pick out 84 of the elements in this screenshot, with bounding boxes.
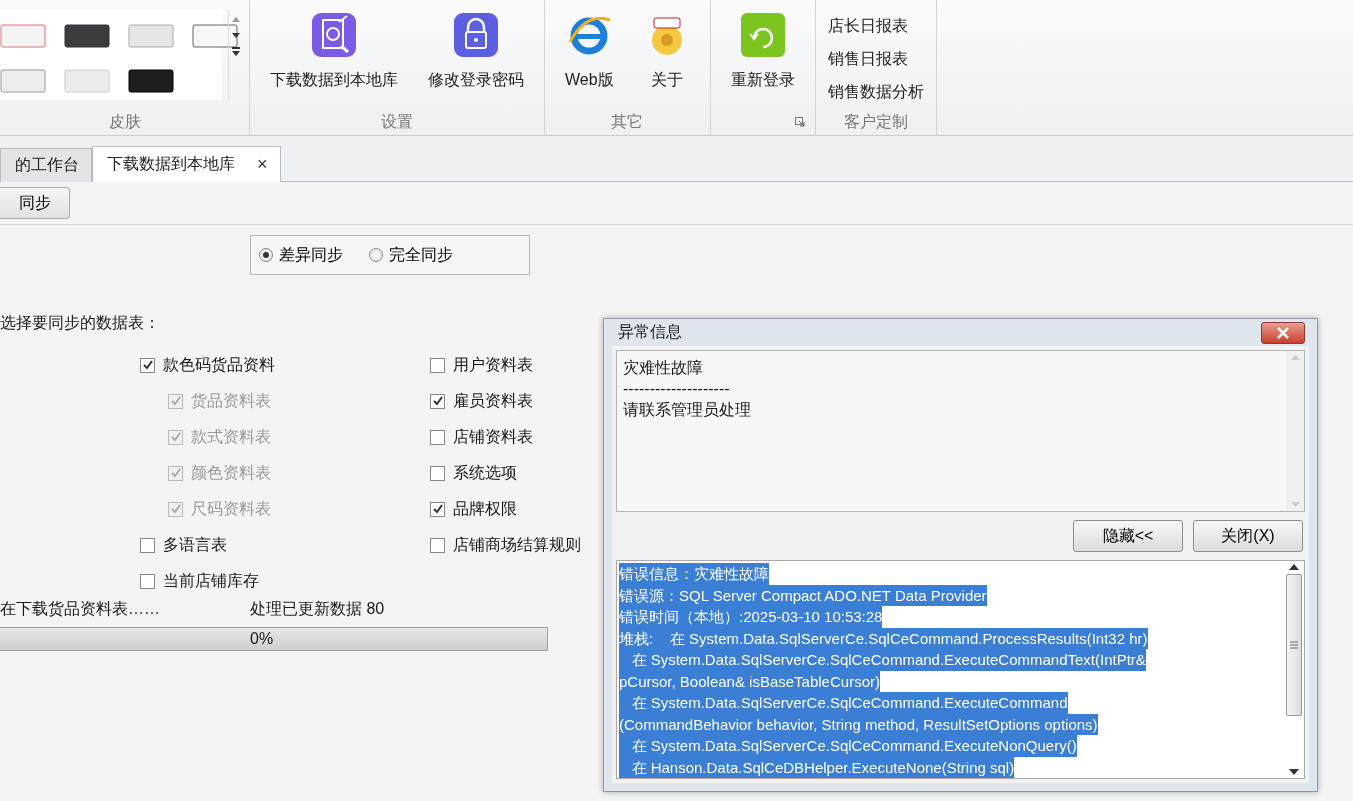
close-button[interactable] xyxy=(1261,321,1305,344)
details-text: 错误信息：灾难性故障 xyxy=(619,563,769,585)
checkbox[interactable] xyxy=(140,357,155,373)
refresh-icon xyxy=(739,12,786,58)
ribbon-button[interactable]: 重新登录 xyxy=(726,10,799,93)
details-text: 在 System.Data.SqlServerCe.SqlCeCommand.ExecuteNonQuery() xyxy=(619,735,1077,757)
details-text: (CommandBehavior behavior, String method, ResultSetOptions options) xyxy=(619,713,1098,735)
ribbon-button[interactable]: 下载数据到本地库 xyxy=(266,10,402,93)
scroll-down-icon[interactable] xyxy=(231,30,241,40)
message-text: 灾难性故障 xyxy=(623,358,704,378)
dialog-launcher-icon[interactable] xyxy=(794,117,805,127)
checkbox[interactable] xyxy=(430,393,445,409)
skin-swatch-icon xyxy=(128,69,174,93)
checkbox[interactable] xyxy=(430,357,445,373)
tab-close-button[interactable]: × xyxy=(257,154,268,175)
skin-swatch-icon xyxy=(64,24,110,48)
checkbox[interactable] xyxy=(140,537,155,553)
checkbox[interactable] xyxy=(430,429,445,445)
scroll-down-icon xyxy=(1290,502,1300,508)
checkbox[interactable] xyxy=(430,465,445,481)
sync-button[interactable]: 同步 xyxy=(0,187,70,219)
checkbox-label: 店铺商场结算规则 xyxy=(453,534,581,555)
skin-swatch-icon xyxy=(128,24,174,48)
details-text: 在 System.Data.SqlServerCe.SqlCeCommand.ExecuteCommand xyxy=(619,692,1068,714)
tab-label: 下载数据到本地库 xyxy=(107,154,235,174)
tab[interactable]: 的工作台 xyxy=(0,148,92,182)
grip-icon xyxy=(1290,641,1298,649)
scroll-up-icon[interactable] xyxy=(1289,563,1299,570)
tab[interactable]: 下载数据到本地库 × xyxy=(92,146,281,182)
checkbox-label: 雇员资料表 xyxy=(453,390,533,411)
lock-icon xyxy=(453,12,499,58)
checkbox-label: 品牌权限 xyxy=(453,498,517,519)
scrollbar-thumb[interactable] xyxy=(1286,574,1302,716)
checkbox-label: 款式资料表 xyxy=(191,426,271,447)
checkbox-label: 多语言表 xyxy=(163,534,227,555)
group-label: 设置 xyxy=(380,111,414,132)
details-text: 堆栈: 在 System.Data.SqlServerCe.SqlCeCommand.ProcessResults(Int32 hr) xyxy=(619,627,1148,649)
checkbox-label: 尺码资料表 xyxy=(191,498,271,519)
checkbox-label: 货品资料表 xyxy=(191,390,271,411)
dialog-title: 异常信息 xyxy=(618,322,682,342)
checkmark-icon xyxy=(431,503,444,515)
checkbox-label: 当前店铺库存 xyxy=(163,570,259,591)
dialog-button[interactable]: 关闭(X) xyxy=(1193,520,1303,552)
details-text: 错误时间（本地）:2025-03-10 10:53:28 xyxy=(619,606,883,628)
gallery-expand-icon[interactable] xyxy=(231,46,241,58)
ribbon-button[interactable]: 修改登录密码 xyxy=(424,10,528,93)
close-icon xyxy=(1276,326,1290,339)
checkmark-icon xyxy=(431,395,444,407)
scroll-down-icon[interactable] xyxy=(1289,769,1299,776)
details-text: 在 Hanson.Data.SqlCeDBHelper.ExecuteNone(String sql) xyxy=(619,756,1015,778)
ribbon-link[interactable]: 销售日报表 xyxy=(825,47,926,72)
scroll-up-icon xyxy=(1290,354,1300,360)
details-text: pCursor, Boolean& isBaseTableCursor) xyxy=(619,670,880,692)
tab-label: 的工作台 xyxy=(15,155,79,175)
checkbox[interactable] xyxy=(140,573,155,589)
message-text: -------------------- xyxy=(623,379,731,399)
progress-text: 0% xyxy=(250,630,274,648)
ribbon-button[interactable]: 关于 xyxy=(639,10,694,93)
checkbox-label: 颜色资料表 xyxy=(191,462,271,483)
checkbox[interactable] xyxy=(430,537,445,553)
section-label: 选择要同步的数据表： xyxy=(0,313,160,333)
ribbon-link[interactable]: 销售数据分析 xyxy=(825,80,926,105)
checkbox-label: 系统选项 xyxy=(453,462,517,483)
details-text: 在 System.Data.SqlServerCe.SqlCeCommand.ExecuteCommandText(IntPtr& xyxy=(619,649,1146,671)
details-text: 错误源：SQL Server Compact ADO.NET Data Provider xyxy=(619,584,987,606)
status-message: 在下载货品资料表…… xyxy=(0,599,161,619)
checkbox-label: 用户资料表 xyxy=(453,354,533,375)
dialog-button[interactable]: 隐藏<< xyxy=(1073,520,1183,552)
group-label: 其它 xyxy=(610,111,645,132)
message-text: 请联系管理员处理 xyxy=(623,400,752,420)
checkmark-icon xyxy=(141,359,154,371)
group-label: 皮肤 xyxy=(107,111,142,132)
skin-swatch-icon xyxy=(64,69,110,93)
checkbox-label: 店铺资料表 xyxy=(453,426,533,447)
update-count: 处理已更新数据 80 xyxy=(250,599,385,619)
group-label: 客户定制 xyxy=(842,111,909,132)
checkbox-label: 款色码货品资料 xyxy=(163,354,275,375)
skin-swatch-icon xyxy=(0,69,46,93)
radio-button[interactable]: 完全同步 xyxy=(369,244,453,266)
magnifier-icon xyxy=(311,12,357,58)
ribbon-link[interactable]: 店长日报表 xyxy=(825,14,926,39)
radio-button[interactable]: 差异同步 xyxy=(259,244,343,266)
ribbon-button[interactable]: Web版 xyxy=(561,10,618,93)
checkbox[interactable] xyxy=(430,501,445,517)
